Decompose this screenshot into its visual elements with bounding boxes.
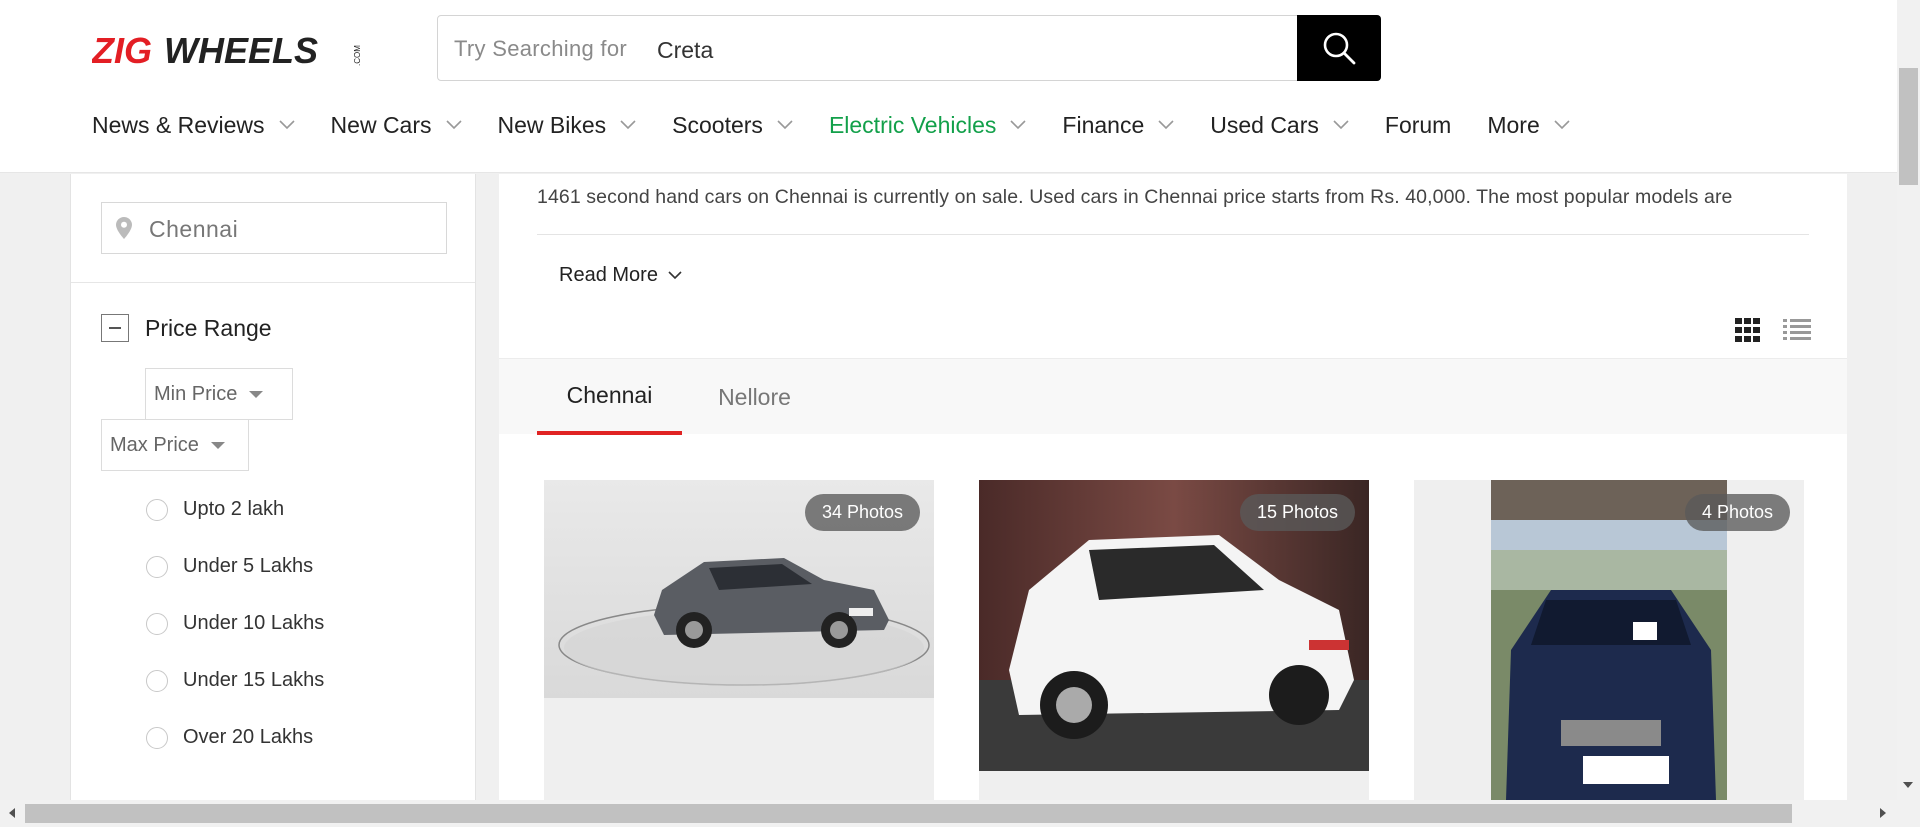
nav-forum[interactable]: Forum (1385, 112, 1451, 139)
radio-button[interactable] (146, 498, 168, 521)
chevron-down-icon (1010, 120, 1026, 130)
car-listing-card[interactable]: 34 Photos (544, 480, 934, 800)
min-price-label: Min Price (154, 382, 238, 405)
nav-label: Finance (1062, 111, 1145, 138)
chevron-down-icon (445, 120, 462, 130)
radio-button[interactable] (146, 669, 168, 692)
zigwheels-logo[interactable]: ZIG WHEELS .COM (91, 30, 372, 71)
filter-sidebar: Chennai Price Range Min Price Max Price … (70, 174, 476, 800)
caret-down-icon (249, 390, 264, 398)
chevron-down-icon (1158, 120, 1174, 130)
location-pin-icon (116, 217, 132, 239)
nav-label: Used Cars (1210, 111, 1319, 138)
vertical-scrollbar[interactable] (1897, 0, 1920, 800)
max-price-label: Max Price (110, 433, 199, 456)
chevron-down-icon (620, 120, 636, 130)
nav-news-reviews[interactable]: News & Reviews (92, 112, 295, 139)
car-listing-card[interactable]: 15 Photos (979, 480, 1369, 800)
scrollbar-thumb[interactable] (25, 804, 1792, 823)
nav-label: News & Reviews (92, 111, 265, 138)
radio-button[interactable] (146, 726, 168, 749)
scroll-left-arrow-icon[interactable] (9, 808, 15, 818)
nav-label: Scooters (672, 111, 763, 138)
price-range-title: Price Range (145, 315, 272, 341)
price-option-label: Over 20 Lakhs (183, 726, 314, 748)
svg-text:WHEELS: WHEELS (164, 30, 318, 70)
price-option-label: Upto 2 lakh (183, 498, 285, 520)
svg-text:.COM: .COM (353, 45, 362, 66)
chevron-down-icon (668, 271, 682, 280)
price-option-over-20-lakhs[interactable]: Over 20 Lakhs (146, 726, 313, 749)
price-option-under-15-lakhs[interactable]: Under 15 Lakhs (146, 669, 324, 692)
nav-label: New Cars (330, 111, 432, 138)
radio-button[interactable] (146, 555, 168, 578)
grid-view-icon[interactable] (1735, 318, 1761, 342)
nav-more[interactable]: More (1487, 111, 1570, 139)
scroll-right-arrow-icon[interactable] (1880, 808, 1886, 818)
search-placeholder[interactable]: Try Searching for (454, 36, 627, 62)
nav-label: Forum (1384, 111, 1452, 138)
price-option-label: Under 5 Lakhs (183, 555, 314, 577)
chevron-down-icon (777, 120, 793, 130)
photo-count-badge: 15 Photos (1239, 494, 1355, 531)
radio-button[interactable] (146, 612, 168, 635)
divider (537, 234, 1809, 235)
city-tabs: Chennai Nellore (499, 358, 1847, 435)
price-option-under-5-lakhs[interactable]: Under 5 Lakhs (146, 555, 313, 578)
scrollbar-thumb[interactable] (1899, 68, 1918, 185)
price-option-label: Under 10 Lakhs (183, 612, 325, 634)
price-option-label: Under 15 Lakhs (183, 669, 325, 691)
scroll-down-arrow-icon[interactable] (1903, 782, 1913, 788)
tab-label: Nellore (718, 383, 791, 410)
search-bar[interactable]: Try Searching for Creta (437, 15, 1381, 81)
price-option-under-10-lakhs[interactable]: Under 10 Lakhs (146, 612, 324, 635)
max-price-select[interactable]: Max Price (101, 419, 249, 471)
site-header: ZIG WHEELS .COM Try Searching for Creta … (0, 0, 1897, 173)
price-option-upto-2-lakh[interactable]: Upto 2 lakh (146, 498, 284, 521)
tab-label: Chennai (566, 381, 653, 408)
tab-chennai[interactable]: Chennai (537, 359, 682, 435)
nav-scooters[interactable]: Scooters (672, 112, 793, 139)
chevron-down-icon (1333, 120, 1349, 130)
read-more-link[interactable]: Read More (559, 264, 682, 287)
car-listing-card[interactable]: 4 Photos (1414, 480, 1804, 800)
city-input[interactable]: Chennai (101, 202, 447, 254)
search-icon (1323, 32, 1356, 65)
tab-nellore[interactable]: Nellore (682, 359, 827, 435)
nav-electric-vehicles[interactable]: Electric Vehicles (829, 112, 1026, 139)
photo-count-badge: 4 Photos (1684, 494, 1790, 531)
search-button[interactable] (1297, 15, 1381, 81)
nav-used-cars[interactable]: Used Cars (1210, 112, 1349, 139)
svg-text:ZIG: ZIG (92, 30, 152, 70)
nav-new-bikes[interactable]: New Bikes (498, 112, 637, 139)
nav-finance[interactable]: Finance (1062, 112, 1174, 139)
chevron-down-icon (1554, 120, 1570, 130)
collapse-price-range-toggle[interactable] (101, 314, 129, 342)
chevron-down-icon (278, 120, 295, 130)
read-more-label: Read More (559, 264, 658, 286)
city-input-value[interactable]: Chennai (149, 216, 238, 243)
main-nav: News & Reviews New Cars New Bikes Scoote… (92, 108, 1606, 142)
search-input-value[interactable]: Creta (657, 37, 713, 64)
list-view-icon[interactable] (1783, 318, 1811, 342)
nav-new-cars[interactable]: New Cars (331, 112, 462, 139)
nav-label: More (1487, 111, 1540, 138)
listing-main: 1461 second hand cars on Chennai is curr… (499, 174, 1847, 800)
divider (71, 282, 475, 283)
listing-description: 1461 second hand cars on Chennai is curr… (537, 186, 1733, 208)
caret-down-icon (210, 441, 225, 449)
nav-label: Electric Vehicles (828, 111, 997, 138)
min-price-select[interactable]: Min Price (145, 368, 293, 420)
nav-label: New Bikes (497, 111, 607, 138)
car-photo[interactable] (1491, 480, 1727, 800)
photo-count-badge: 34 Photos (804, 494, 920, 531)
horizontal-scrollbar[interactable] (0, 800, 1920, 827)
